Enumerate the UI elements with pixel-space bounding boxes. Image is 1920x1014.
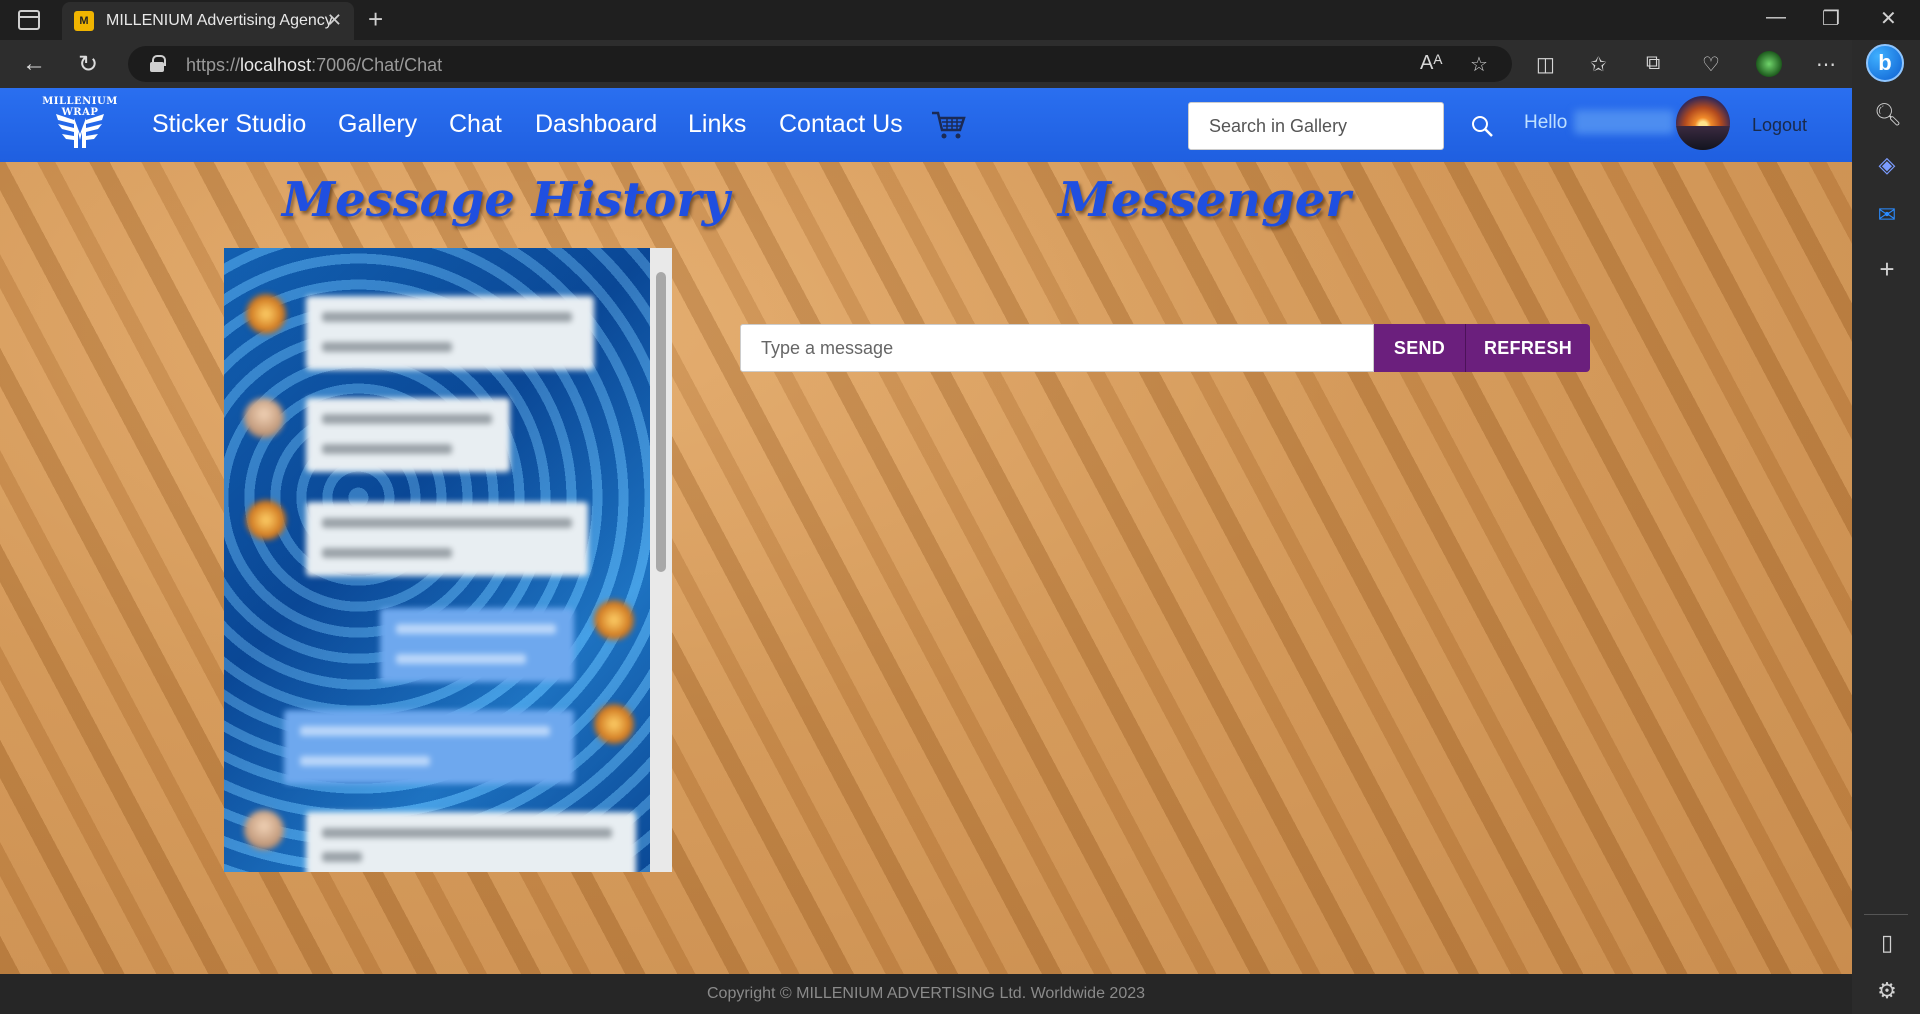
browser-essentials-icon[interactable]: ♡: [1702, 52, 1720, 77]
outlook-icon[interactable]: ✉: [1874, 202, 1900, 228]
refresh-icon[interactable]: ↻: [78, 50, 98, 79]
more-options-icon[interactable]: ⋯: [1816, 52, 1836, 77]
hello-label: Hello: [1524, 112, 1568, 133]
message-bubble: [306, 296, 594, 370]
minimize-icon[interactable]: —: [1766, 6, 1786, 29]
nav-gallery[interactable]: Gallery: [338, 110, 417, 139]
message-history-panel[interactable]: [224, 248, 672, 872]
window-close-icon[interactable]: ✕: [1880, 6, 1897, 31]
sender-avatar: [246, 294, 286, 334]
favorite-star-icon[interactable]: ☆: [1470, 52, 1488, 77]
shopping-cart-icon[interactable]: [930, 110, 966, 140]
url-field[interactable]: https://localhost:7006/Chat/Chat: [128, 46, 1512, 82]
tab-close-icon[interactable]: ✕: [327, 10, 342, 31]
message-bubble: [306, 398, 510, 472]
nav-sticker-studio[interactable]: Sticker Studio: [152, 110, 306, 139]
sidebar-divider: [1864, 914, 1908, 915]
hide-sidebar-icon[interactable]: ▯: [1874, 930, 1900, 956]
user-avatar[interactable]: [1676, 96, 1730, 150]
tab-favicon-icon: M: [74, 11, 94, 31]
refresh-button[interactable]: REFRESH: [1466, 324, 1590, 372]
tab-title: MILLENIUM Advertising Agency: [106, 12, 333, 29]
logout-link[interactable]: Logout: [1752, 115, 1807, 136]
copyright-text: Copyright © MILLENIUM ADVERTISING Ltd. W…: [706, 985, 1146, 1002]
profile-icon[interactable]: [1756, 51, 1782, 77]
tab-actions-icon[interactable]: [18, 10, 40, 30]
copilot-icon[interactable]: ◈: [1874, 152, 1900, 178]
nav-dashboard[interactable]: Dashboard: [535, 110, 657, 139]
gallery-search-input[interactable]: [1188, 102, 1444, 150]
nav-contact-us[interactable]: Contact Us: [779, 110, 903, 139]
read-aloud-icon[interactable]: Aᴬ: [1420, 52, 1442, 75]
site-footer: Copyright © MILLENIUM ADVERTISING Ltd. W…: [0, 974, 1852, 1014]
sender-avatar: [246, 500, 286, 540]
browser-address-bar: ← ↻ https://localhost:7006/Chat/Chat Aᴬ …: [0, 40, 1920, 88]
url-text: https://localhost:7006/Chat/Chat: [186, 55, 443, 75]
sidebar-settings-icon[interactable]: ⚙: [1874, 978, 1900, 1004]
sidebar-search-icon[interactable]: 🔍︎: [1874, 102, 1902, 128]
message-bubble: [380, 608, 574, 682]
browser-tab-bar: M MILLENIUM Advertising Agency ✕ + — ❐ ✕: [0, 0, 1920, 40]
history-scrollbar[interactable]: [650, 248, 672, 872]
search-icon[interactable]: [1470, 114, 1494, 138]
sender-avatar: [244, 810, 284, 850]
messenger-heading: Messenger: [1058, 172, 1351, 228]
message-history-heading: Message History: [282, 172, 730, 228]
message-input[interactable]: [740, 324, 1374, 372]
bing-chat-icon[interactable]: b: [1866, 44, 1904, 82]
restore-icon[interactable]: ❐: [1822, 6, 1840, 31]
add-sidebar-app-icon[interactable]: +: [1874, 254, 1900, 285]
logo-wings-icon: [56, 114, 104, 148]
browser-tab[interactable]: M MILLENIUM Advertising Agency ✕: [62, 2, 354, 40]
new-tab-icon[interactable]: +: [368, 4, 383, 35]
nav-chat[interactable]: Chat: [449, 110, 502, 139]
message-bubble: [306, 502, 588, 576]
site-logo[interactable]: MILLENIUM WRAP: [36, 96, 124, 154]
message-bubble: [306, 812, 636, 872]
favorites-icon[interactable]: ✩: [1590, 52, 1607, 77]
username-blurred: [1574, 110, 1674, 134]
edge-sidebar: b 🔍︎ ◈ ✉ + ▯ ⚙: [1852, 40, 1920, 1014]
lock-icon[interactable]: [150, 55, 166, 72]
sender-avatar: [244, 398, 284, 438]
chat-page-content: Message History Messenger Type a message…: [0, 162, 1852, 974]
nav-links[interactable]: Links: [688, 110, 746, 139]
send-button[interactable]: SEND: [1374, 324, 1466, 372]
sender-avatar: [594, 704, 634, 744]
site-navbar: MILLENIUM WRAP Sticker Studio Gallery Ch…: [0, 88, 1852, 162]
collections-icon[interactable]: ⧉: [1646, 52, 1660, 75]
sender-avatar: [594, 600, 634, 640]
split-screen-icon[interactable]: ◫: [1536, 52, 1555, 77]
message-bubble: [284, 710, 574, 784]
back-icon[interactable]: ←: [22, 50, 46, 78]
